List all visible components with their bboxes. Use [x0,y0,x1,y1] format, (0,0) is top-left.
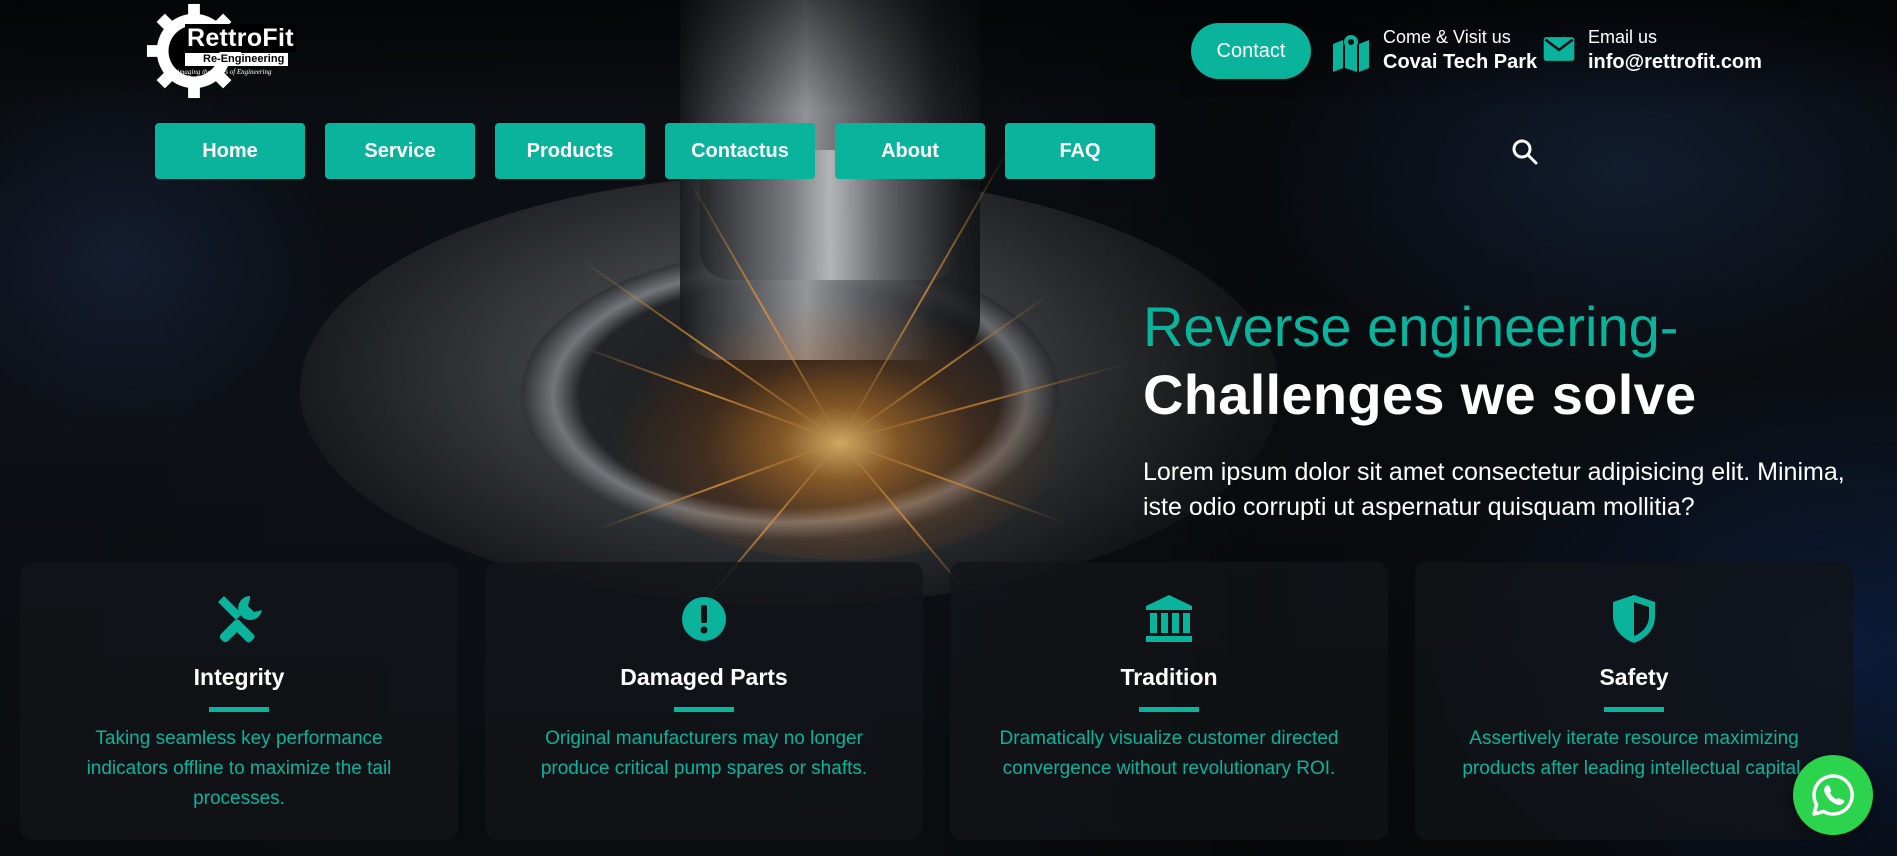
nav-item-home[interactable]: Home [155,123,305,179]
email-label: Email us [1588,27,1658,47]
feature-title: Tradition [1120,664,1218,690]
brand-logo[interactable]: RettroFit Re-Engineering Reimaging the l… [145,2,305,100]
search-icon[interactable] [1511,138,1539,166]
contact-button[interactable]: Contact [1191,23,1311,79]
nav-item-contactus[interactable]: Contactus [665,123,815,179]
nav-item-products[interactable]: Products [495,123,645,179]
feature-card-tradition: Tradition Dramatically visualize custome… [950,562,1388,840]
feature-card-damaged-parts: Damaged Parts Original manufacturers may… [485,562,923,840]
feature-divider [1604,707,1664,712]
brand-name: RettroFit [185,24,296,52]
email-info[interactable]: Email us info@rettrofit.com [1542,26,1762,76]
nav-item-about[interactable]: About [835,123,985,179]
alert-icon [682,597,726,641]
visit-label: Come & Visit us [1383,27,1511,47]
feature-card-integrity: Integrity Taking seamless key performanc… [20,562,458,840]
bank-icon [1146,595,1192,642]
feature-description: Original manufacturers may no longer pro… [540,728,868,779]
tools-icon [218,596,262,643]
feature-divider [1139,707,1199,712]
visit-info[interactable]: Come & Visit us Covai Tech Park [1331,26,1537,76]
feature-description: Taking seamless key performance indicato… [86,728,392,809]
feature-title: Integrity [193,664,285,690]
mail-icon [1543,37,1575,61]
whatsapp-icon [1812,774,1854,816]
email-address: info@rettrofit.com [1588,51,1762,73]
main-nav: Home Service Products Contactus About FA… [155,123,1155,179]
feature-card-safety: Safety Assertively iterate resource maxi… [1415,562,1853,840]
whatsapp-button[interactable] [1793,755,1873,835]
hero-heading: Challenges we solve [1143,363,1697,426]
map-icon [1333,35,1369,72]
shield-icon [1613,595,1655,643]
brand-subtitle: Re-Engineering [185,53,289,66]
feature-title: Safety [1599,664,1669,690]
visit-location: Covai Tech Park [1383,51,1538,73]
feature-description: Assertively iterate resource maximizing … [1462,728,1806,779]
feature-divider [209,707,269,712]
brand-tagline: Reimaging the limits of Engineering [170,68,272,76]
hero-description: Lorem ipsum dolor sit amet consectetur a… [1143,458,1845,521]
feature-title: Damaged Parts [620,664,788,690]
nav-item-service[interactable]: Service [325,123,475,179]
feature-description: Dramatically visualize customer directed… [999,728,1339,779]
nav-item-faq[interactable]: FAQ [1005,123,1155,179]
feature-divider [674,707,734,712]
hero-heading-accent: Reverse engineering- [1143,295,1679,358]
